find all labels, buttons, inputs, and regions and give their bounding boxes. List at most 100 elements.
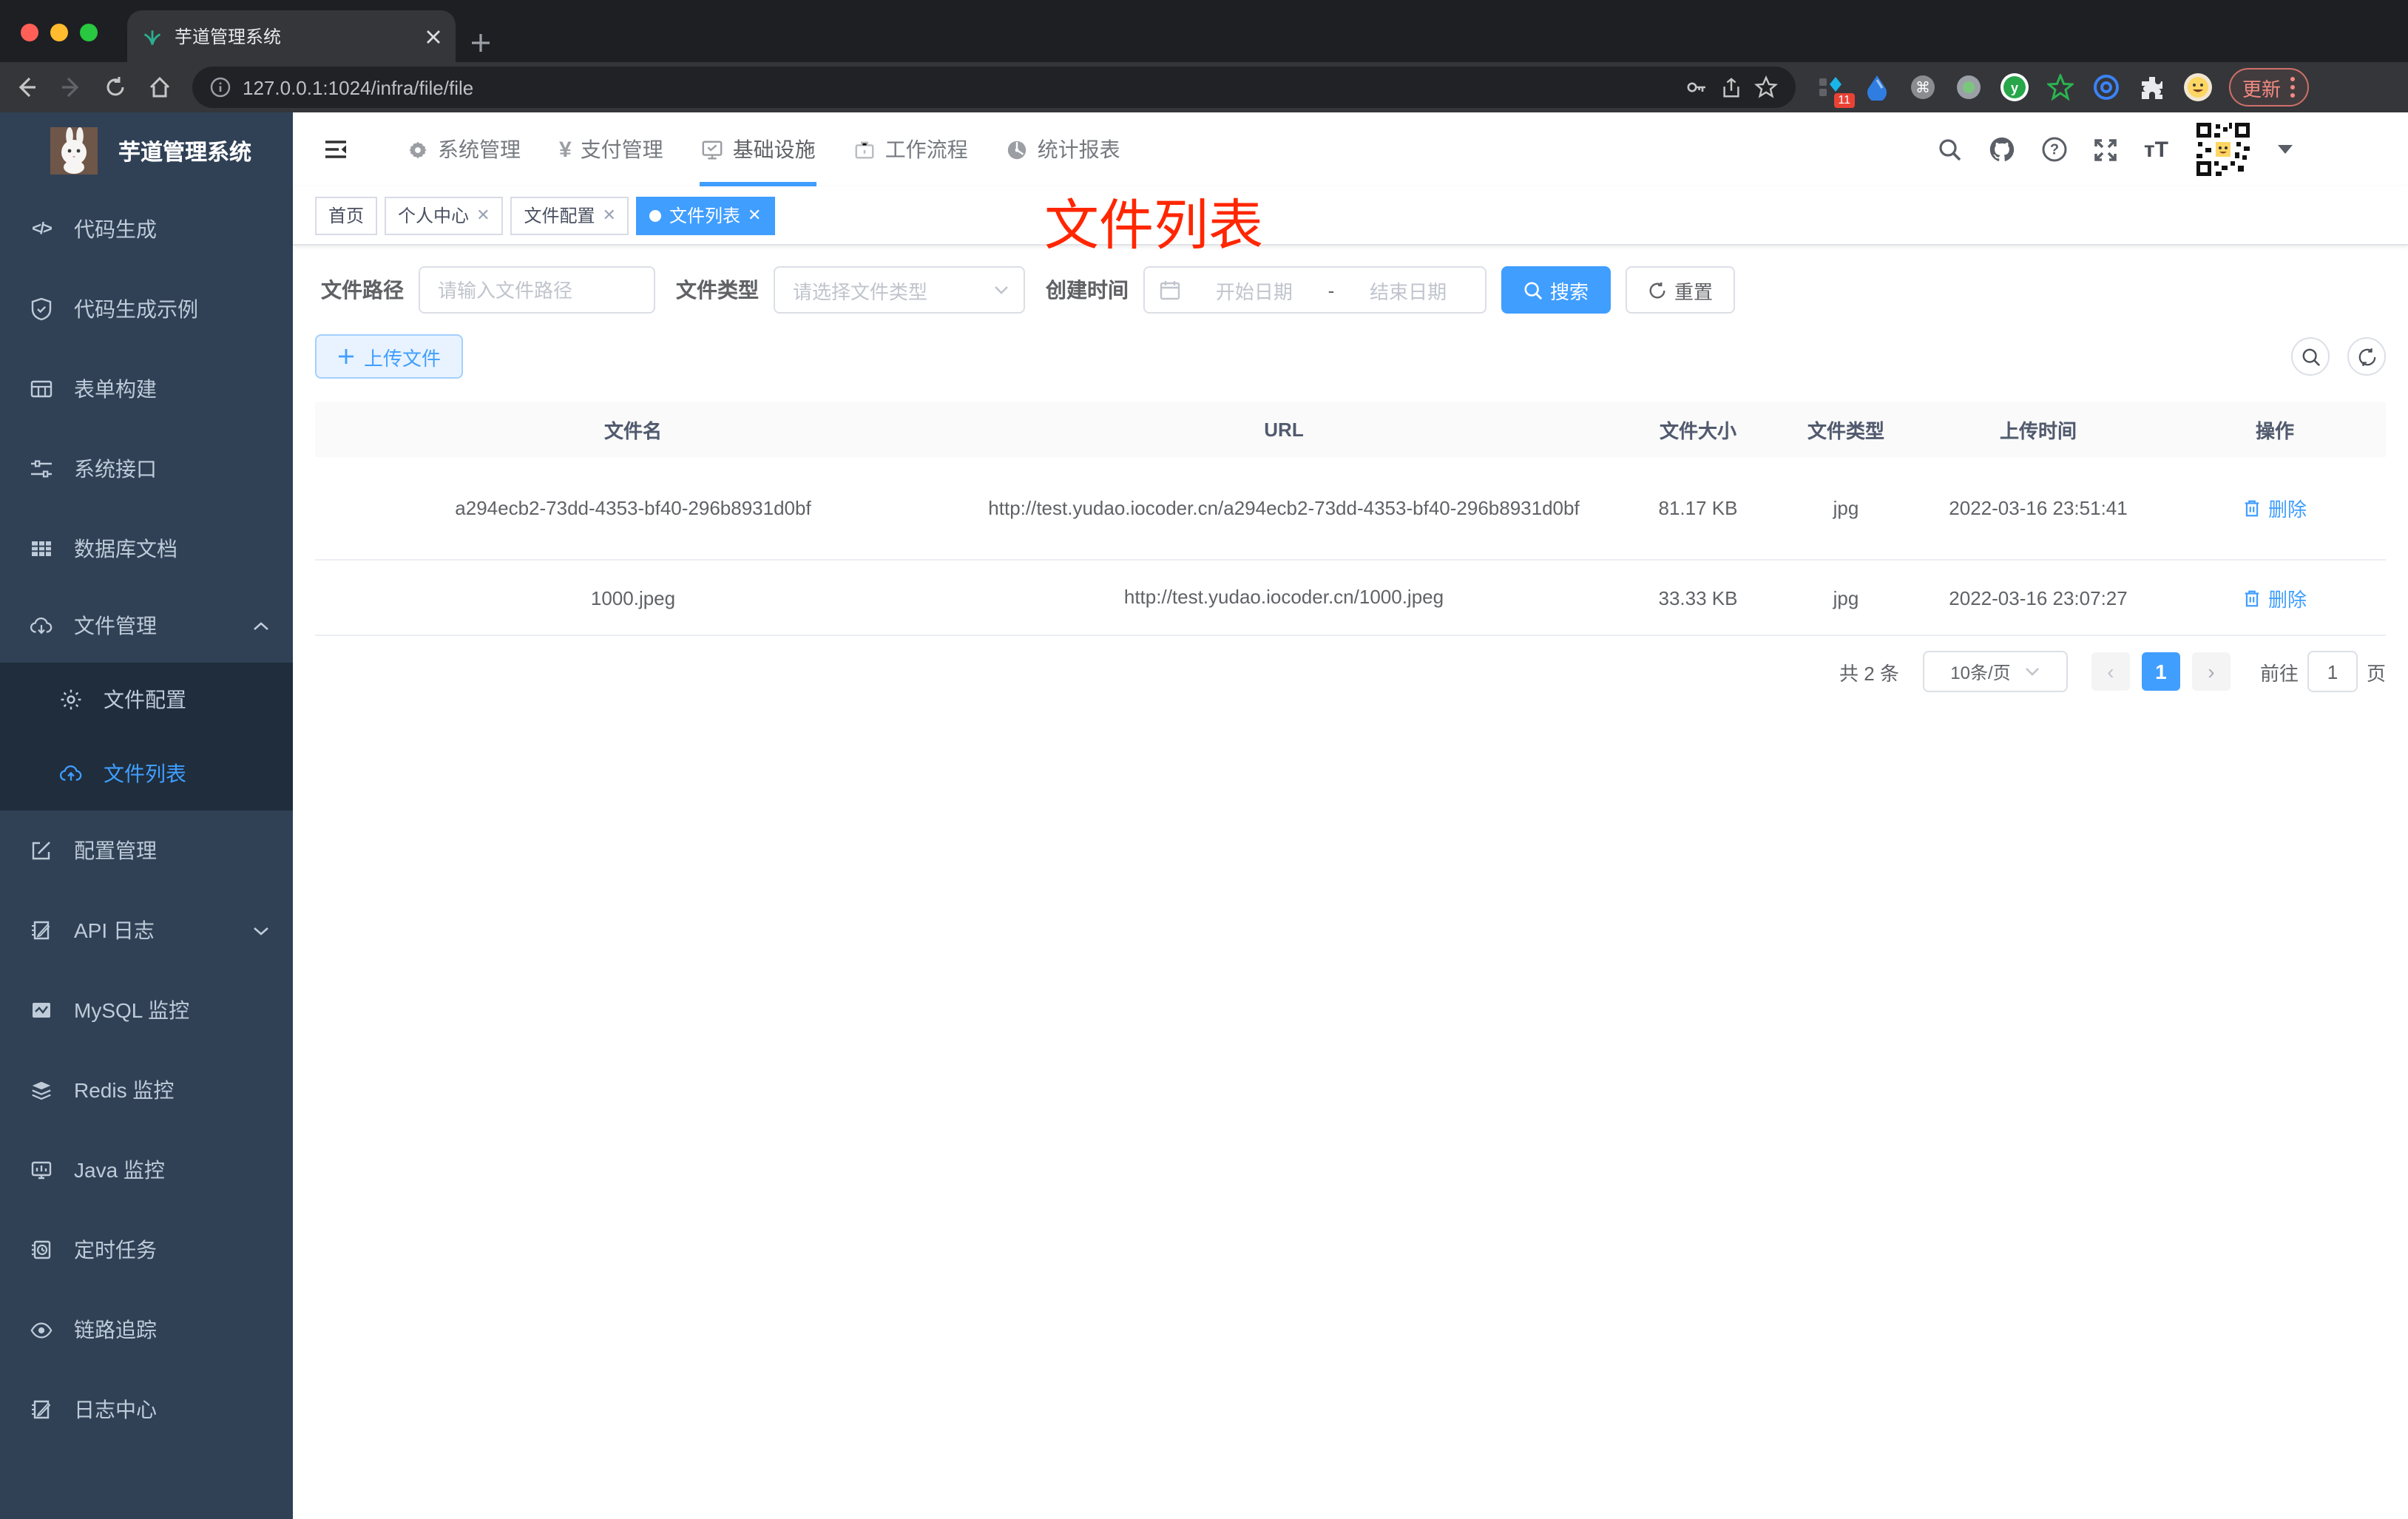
window-minimize-button[interactable] (50, 24, 68, 41)
extension-star-icon[interactable] (2046, 72, 2075, 102)
reload-icon[interactable] (104, 75, 127, 99)
sidebar-item-form-builder[interactable]: 表单构建 (0, 349, 293, 429)
bookmark-star-icon[interactable] (1754, 75, 1778, 99)
top-menu-reports[interactable]: 统计报表 (987, 112, 1140, 186)
profile-avatar-icon[interactable] (2183, 72, 2213, 102)
sidebar-item-file-config[interactable]: 文件配置 (0, 663, 293, 737)
extension-command-icon[interactable]: ⌘ (1908, 72, 1938, 102)
prev-page-button[interactable]: ‹ (2091, 652, 2130, 691)
top-menu-workflow[interactable]: 工作流程 (835, 112, 987, 186)
red-annotation-text: 文件列表 (1044, 195, 1263, 256)
column-header-filename: 文件名 (603, 420, 662, 442)
sidebar-item-api-log[interactable]: API 日志 (0, 890, 293, 970)
trash-icon (2245, 500, 2260, 517)
tab-close-icon[interactable] (426, 29, 441, 44)
share-icon[interactable] (1720, 76, 1742, 98)
file-type-select[interactable]: 请选择文件类型 (774, 266, 1025, 314)
top-menu-payment[interactable]: ¥ 支付管理 (540, 112, 683, 186)
column-header-type: 文件类型 (1807, 420, 1884, 442)
sidebar-item-code-gen[interactable]: </> 代码生成 (0, 189, 293, 269)
app-header: 系统管理 ¥ 支付管理 基础设施 工作流程 统计报表 ? ᴛT (293, 112, 2408, 186)
url-text[interactable]: 127.0.0.1:1024/infra/file/file (243, 76, 1673, 98)
next-page-button[interactable]: › (2191, 652, 2231, 691)
svg-text:y: y (2011, 81, 2018, 95)
search-button[interactable]: 搜索 (1501, 266, 1611, 314)
fullscreen-icon[interactable] (2094, 137, 2119, 162)
tag-close-icon[interactable]: ✕ (476, 206, 490, 225)
sidebar-item-config-management[interactable]: 配置管理 (0, 811, 293, 890)
extension-diamond-icon[interactable]: 11 (1816, 72, 1855, 108)
extension-drop-icon[interactable] (1862, 72, 1892, 102)
window-zoom-button[interactable] (80, 24, 98, 41)
show-search-toggle-button[interactable] (2291, 337, 2330, 376)
top-menu-system[interactable]: 系统管理 (388, 112, 540, 186)
calendar-icon (1160, 281, 1180, 300)
sidebar-item-mysql-monitor[interactable]: MySQL 监控 (0, 970, 293, 1050)
extensions-puzzle-icon[interactable] (2137, 72, 2167, 102)
user-avatar-qr[interactable] (2194, 120, 2253, 179)
date-range-picker[interactable]: 开始日期 - 结束日期 (1143, 266, 1487, 314)
file-path-input[interactable] (419, 266, 655, 314)
table-toolbar: 上传文件 (315, 334, 2386, 379)
sidebar-item-system-api[interactable]: 系统接口 (0, 429, 293, 509)
refresh-table-button[interactable] (2347, 337, 2386, 376)
sidebar-item-code-demo[interactable]: 代码生成示例 (0, 269, 293, 349)
password-key-icon[interactable] (1685, 75, 1708, 99)
file-management-submenu: 文件配置 文件列表 (0, 663, 293, 811)
table-row: a294ecb2-73dd-4353-bf40-296b8931d0bf htt… (315, 457, 2386, 561)
tag-close-icon[interactable]: ✕ (603, 206, 616, 225)
user-menu-caret-icon[interactable] (2278, 145, 2293, 154)
file-size: 81.17 KB (1658, 497, 1738, 519)
home-icon[interactable] (148, 75, 172, 99)
browser-toolbar: 127.0.0.1:1024/infra/file/file 11 ⌘ y 更新 (0, 62, 2408, 112)
extension-dot-icon[interactable] (1954, 72, 1983, 102)
upload-file-button[interactable]: 上传文件 (315, 334, 464, 379)
github-icon[interactable] (1989, 135, 2017, 163)
cloud-download-icon (30, 614, 53, 637)
chevron-down-icon (2026, 668, 2040, 676)
delete-button[interactable]: 删除 (2243, 583, 2307, 612)
site-info-icon[interactable] (210, 77, 231, 98)
sidebar-item-db-doc[interactable]: 数据库文档 (0, 509, 293, 589)
tag-profile[interactable]: 个人中心 ✕ (385, 196, 504, 234)
extension-y-icon[interactable]: y (2000, 72, 2029, 102)
tag-home[interactable]: 首页 (315, 196, 378, 234)
tag-file-config[interactable]: 文件配置 ✕ (510, 196, 629, 234)
sidebar-item-redis-monitor[interactable]: Redis 监控 (0, 1050, 293, 1130)
browser-update-button[interactable]: 更新 (2229, 68, 2310, 106)
schedule-icon (30, 1238, 53, 1262)
file-path-label: 文件路径 (321, 278, 404, 302)
tag-file-list[interactable]: 文件列表 ✕ (636, 196, 775, 234)
goto-page-input[interactable] (2307, 651, 2358, 692)
sidebar-item-file-list[interactable]: 文件列表 (0, 737, 293, 811)
sidebar-item-log-center[interactable]: 日志中心 (0, 1370, 293, 1449)
tag-close-icon[interactable]: ✕ (748, 206, 761, 225)
sidebar-fold-icon[interactable] (308, 136, 364, 163)
help-icon[interactable]: ? (2042, 136, 2069, 163)
window-close-button[interactable] (21, 24, 38, 41)
sidebar-item-file-management[interactable]: 文件管理 (0, 589, 293, 663)
address-bar[interactable]: 127.0.0.1:1024/infra/file/file (192, 67, 1796, 108)
reset-button[interactable]: 重置 (1626, 266, 1736, 314)
sidebar-item-tracing[interactable]: 链路追踪 (0, 1290, 293, 1370)
font-size-icon[interactable]: ᴛT (2144, 137, 2168, 162)
date-separator: - (1328, 279, 1335, 301)
forward-icon[interactable] (59, 75, 83, 99)
browser-tab[interactable]: 芋道管理系统 (127, 10, 456, 62)
edit-square-icon (30, 839, 53, 862)
page-size-select[interactable]: 10条/页 (1922, 651, 2068, 692)
search-icon[interactable] (1938, 137, 1964, 162)
back-icon[interactable] (15, 75, 38, 99)
stack-icon (30, 1078, 53, 1102)
extensions-area: 11 ⌘ y 更新 (1816, 68, 2310, 108)
file-time: 2022-03-16 23:07:27 (1949, 586, 2128, 609)
extension-eye-icon[interactable] (2091, 72, 2121, 102)
delete-button[interactable]: 删除 (2243, 494, 2307, 522)
top-menu-infrastructure[interactable]: 基础设施 (683, 112, 835, 186)
page-number-button[interactable]: 1 (2141, 652, 2180, 691)
sidebar-item-java-monitor[interactable]: Java 监控 (0, 1130, 293, 1210)
new-tab-button[interactable] (470, 33, 491, 53)
goto-label: 前往 (2259, 662, 2299, 684)
yen-icon: ¥ (559, 137, 572, 162)
sidebar-item-scheduled-tasks[interactable]: 定时任务 (0, 1210, 293, 1290)
